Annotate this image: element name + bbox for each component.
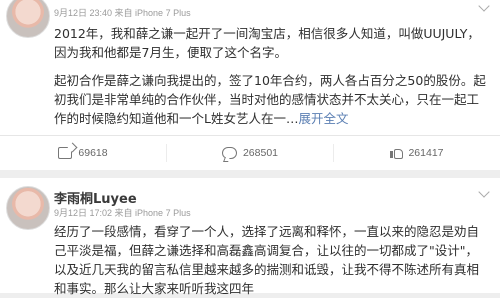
like-count: 261417 [408,147,444,159]
post-paragraph-text: 起初合作是薛之谦向我提出的，签了10年合约，两人各占百分之50的股份。起初我们是… [54,73,486,126]
chevron-down-icon[interactable] [478,186,490,198]
comment-icon [221,147,237,159]
share-button[interactable]: 69618 [0,136,166,170]
share-count: 69618 [78,147,108,159]
comment-count: 268501 [242,147,279,159]
chevron-down-icon[interactable] [478,0,490,12]
like-icon [390,147,404,159]
weibo-post-1: 9月12日 23:40 来自 iPhone 7 Plus 2012年，我和薛之谦… [0,0,500,170]
expand-link[interactable]: 展开全文 [298,111,348,126]
action-bar: 69618 268501 261417 [0,135,500,170]
like-button[interactable]: 261417 [333,144,500,162]
post-body: 2012年，我和薛之谦一起开了一间淘宝店，相信很多人知道，叫做UUJULY，因为… [54,24,486,128]
avatar[interactable] [6,0,50,38]
weibo-post-2: 李雨桐Luyee 9月12日 17:02 来自 iPhone 7 Plus 经历… [0,178,500,296]
post-body: 经历了一段感情，看穿了一个人，选择了远离和释怀，一直以来的隐忍是劝自己平淡是福，… [54,224,480,296]
post-meta: 9月12日 17:02 来自 iPhone 7 Plus [54,208,191,218]
avatar[interactable] [6,186,50,230]
username[interactable]: 李雨桐Luyee [54,188,137,207]
post-paragraph: 起初合作是薛之谦向我提出的，签了10年合约，两人各占百分之50的股份。起初我们是… [54,71,486,128]
post-paragraph: 2012年，我和薛之谦一起开了一间淘宝店，相信很多人知道，叫做UUJULY，因为… [54,26,480,60]
comment-button[interactable]: 268501 [166,144,333,162]
share-icon [58,147,73,159]
post-meta: 9月12日 23:40 来自 iPhone 7 Plus [54,8,191,18]
